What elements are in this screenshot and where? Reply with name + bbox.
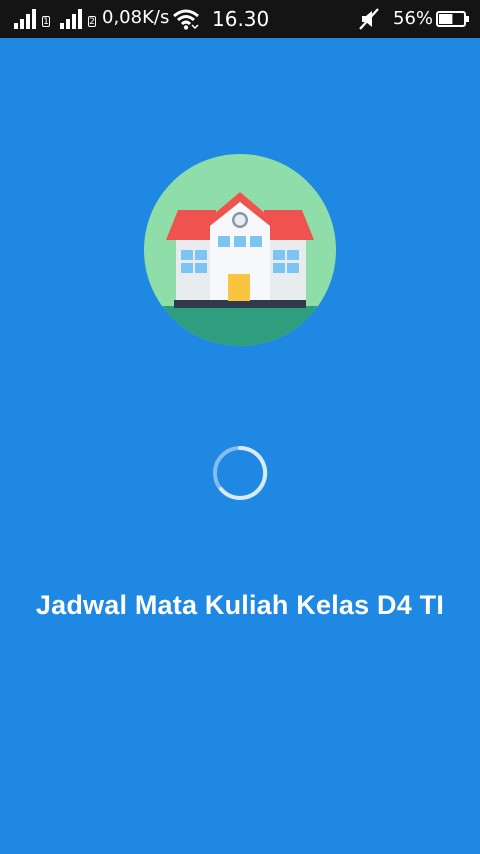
app-title: Jadwal Mata Kuliah Kelas D4 TI (35, 590, 445, 620)
clock: 16.30 (212, 7, 270, 31)
status-bar: 1 2 0,08K/s 16.30 56% (0, 0, 480, 38)
mute-icon (359, 8, 379, 30)
sim1-label: 1 (42, 16, 50, 27)
signal-icon (14, 9, 36, 29)
loading-spinner-icon (213, 445, 268, 500)
splash-screen: 1 2 0,08K/s 16.30 56% Jadwal Mata Kuliah… (0, 0, 480, 854)
wifi-icon (173, 9, 199, 30)
battery-icon (436, 11, 469, 27)
battery-percent: 56% (393, 8, 434, 29)
signal-icon (60, 9, 82, 29)
network-speed: 0,08K/s (102, 7, 170, 28)
school-building-icon (144, 154, 336, 346)
sim2-label: 2 (88, 16, 96, 27)
